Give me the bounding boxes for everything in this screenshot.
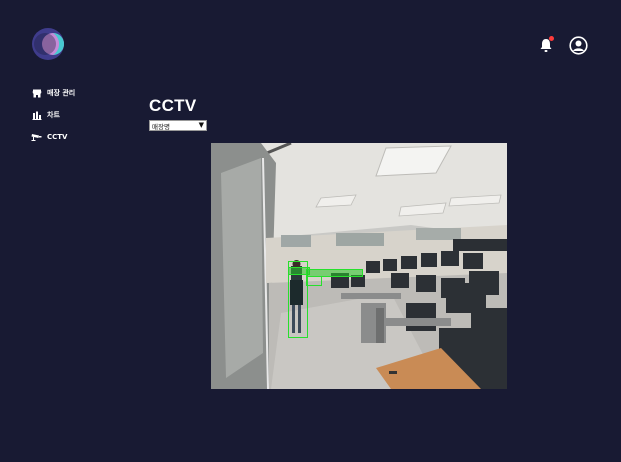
sidebar-item-chart[interactable]: 차트 [31,104,75,126]
header-actions [536,35,588,55]
notification-button[interactable] [536,35,556,55]
object-detection-box [306,276,322,286]
sidebar-item-label: 매장 관리 [47,89,76,97]
chevron-down-icon: ▼ [198,121,204,129]
app-logo [32,28,64,60]
page-title: CCTV [149,96,197,115]
profile-button[interactable] [568,35,588,55]
sidebar-nav: 매장 관리 차트 CCTV [31,82,75,148]
sidebar-item-store-management[interactable]: 매장 관리 [31,82,75,104]
bar-chart-icon [31,110,42,121]
notification-badge [549,36,554,41]
store-icon [31,88,42,99]
store-select[interactable]: 매장명 ▼ [149,120,207,131]
sidebar-item-cctv[interactable]: CCTV [31,126,75,148]
sidebar-item-label: CCTV [47,133,68,141]
cctv-frame-image [211,143,507,389]
cctv-camera-icon [31,132,42,143]
user-circle-icon [568,35,588,55]
store-select-value: 매장명 [152,122,170,131]
cctv-video-feed [211,143,507,389]
sidebar-item-label: 차트 [47,111,60,119]
